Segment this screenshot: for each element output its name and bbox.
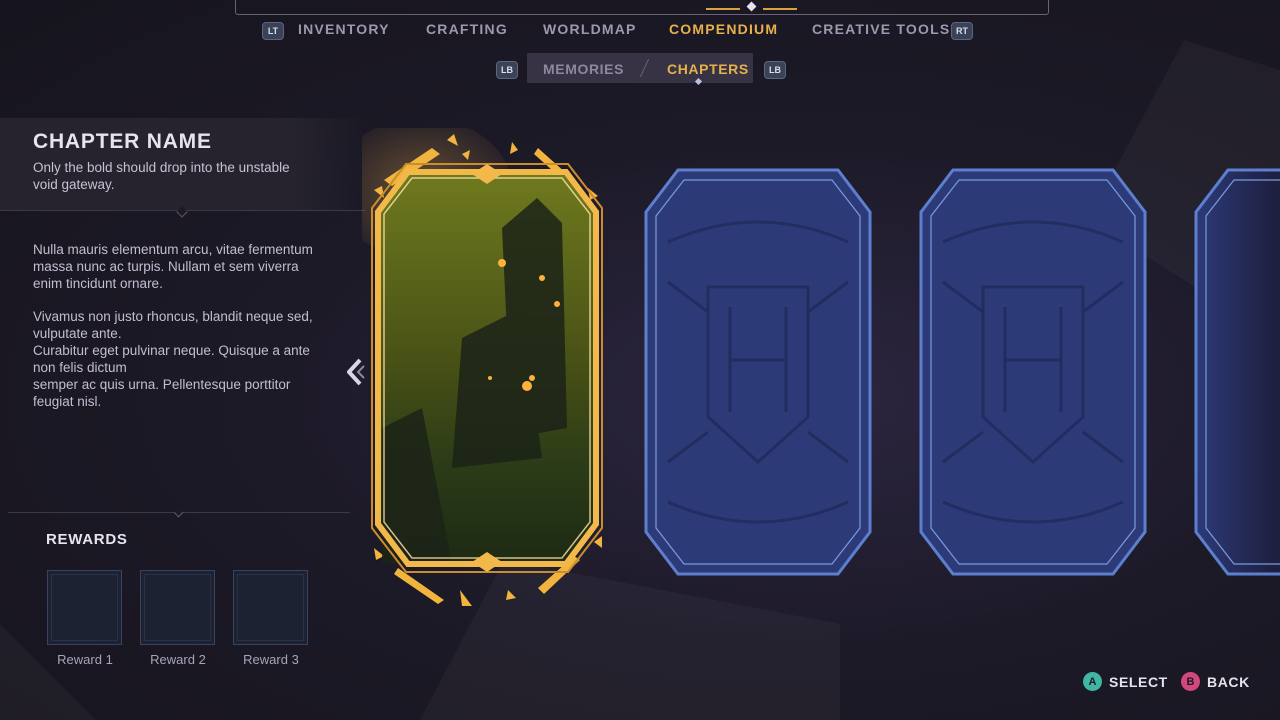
tab-inventory[interactable]: INVENTORY — [298, 21, 390, 37]
tab-compendium[interactable]: COMPENDIUM — [669, 21, 778, 37]
rt-bumper-icon[interactable]: RT — [951, 22, 973, 40]
select-button[interactable]: A SELECT — [1083, 672, 1168, 691]
chapter-description: Nulla mauris elementum arcu, vitae ferme… — [33, 241, 318, 426]
tab-crafting[interactable]: CRAFTING — [426, 21, 508, 37]
chapter-title: CHAPTER NAME — [33, 130, 212, 153]
tab-chapters[interactable]: CHAPTERS — [667, 61, 749, 77]
lt-bumper-icon[interactable]: LT — [262, 22, 284, 40]
description-paragraph: Vivamus non justo rhoncus, blandit neque… — [33, 309, 313, 409]
chapter-card-partial[interactable] — [1188, 162, 1280, 582]
rewards-notch — [173, 507, 184, 518]
tab-creative-tools[interactable]: CREATIVE TOOLS — [812, 21, 950, 37]
description-paragraph: Nulla mauris elementum arcu, vitae ferme… — [33, 242, 313, 291]
sub-tab-bar: MEMORIES CHAPTERS — [527, 53, 753, 86]
back-button[interactable]: B BACK — [1181, 672, 1250, 691]
main-tab-bar: LT INVENTORY CRAFTING WORLDMAP COMPENDIU… — [0, 18, 1280, 44]
lb-bumper-left-icon[interactable]: LB — [496, 61, 518, 79]
a-button-icon: A — [1083, 672, 1102, 691]
reward-slot-3[interactable] — [233, 570, 308, 645]
chapter-card-locked[interactable] — [913, 162, 1153, 582]
chapter-card-locked[interactable] — [638, 162, 878, 582]
lb-bumper-right-icon[interactable]: LB — [764, 61, 786, 79]
rewards-title: REWARDS — [46, 531, 128, 548]
tab-worldmap[interactable]: WORLDMAP — [543, 21, 637, 37]
active-tab-indicator — [694, 77, 703, 86]
reward-slot-2[interactable] — [140, 570, 215, 645]
back-label: BACK — [1207, 673, 1250, 690]
reward-label-1: Reward 1 — [57, 652, 113, 667]
chapter-subtitle: Only the bold should drop into the unsta… — [33, 160, 290, 192]
reward-label-3: Reward 3 — [243, 652, 299, 667]
select-label: SELECT — [1109, 673, 1168, 690]
reward-label-2: Reward 2 — [150, 652, 206, 667]
chapter-card-selected[interactable] — [362, 128, 612, 608]
reward-slot-1[interactable] — [47, 570, 122, 645]
sub-tab-separator — [639, 59, 662, 77]
b-button-icon: B — [1181, 672, 1200, 691]
tab-memories[interactable]: MEMORIES — [543, 61, 624, 77]
top-frame-border — [235, 0, 1049, 15]
top-frame-diamond — [746, 1, 757, 12]
